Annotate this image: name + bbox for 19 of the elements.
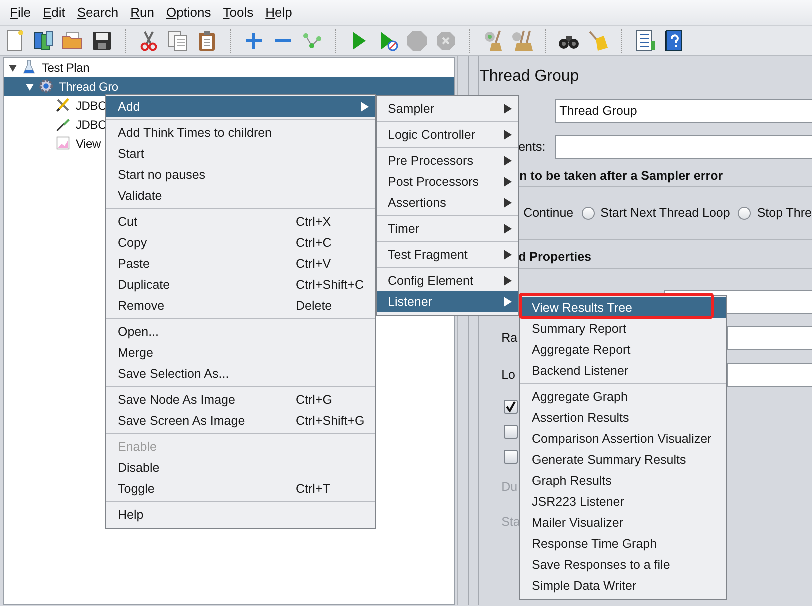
shortcut-label: Ctrl+V — [296, 256, 332, 270]
shortcut-label: Ctrl+Shift+G — [296, 414, 365, 428]
field-label: ents: — [518, 140, 547, 154]
shortcut-label: Ctrl+Shift+C — [296, 278, 364, 292]
shortcut-label: Ctrl+T — [296, 482, 332, 496]
panel-title: Thread Group — [480, 68, 580, 86]
shortcut-label: Ctrl+X — [296, 214, 332, 228]
shortcut-label: Ctrl+C — [296, 236, 333, 250]
section-heading: d Properties — [518, 250, 592, 264]
field-label: Lo — [502, 368, 516, 382]
option-label: Stop Thre — [757, 206, 812, 220]
shortcut-label: Ctrl+G — [296, 392, 334, 406]
option-label: Start Next Thread Loop — [600, 206, 730, 220]
menu-item: Enable — [117, 438, 158, 456]
shortcut-label: Delete — [296, 298, 334, 312]
section-heading: n to be taken after a Sampler error — [520, 169, 724, 183]
field-label: Du — [502, 480, 518, 494]
option-label: Continue — [524, 206, 574, 220]
field-label: Ra — [502, 331, 518, 345]
